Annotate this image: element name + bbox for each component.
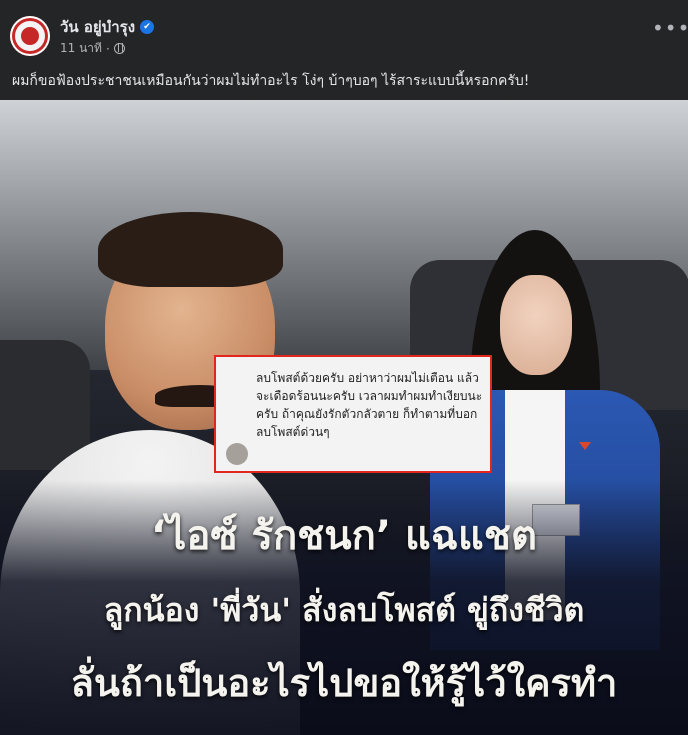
- post-timestamp[interactable]: 11 นาที: [60, 39, 102, 58]
- author-name-row: วัน อยู่บำรุง ✔: [60, 15, 155, 39]
- headline-line-1: ‘ไอซ์ รักชนก’ แฉแชต: [151, 513, 537, 559]
- post-meta: 11 นาที ·: [60, 39, 125, 58]
- headline-line-2: ลูกน้อง 'พี่วัน' สั่งลบโพสต์ ขู่ถึงชีวิต: [103, 591, 585, 629]
- verified-badge-icon: ✔: [140, 20, 155, 34]
- post-header: วัน อยู่บำรุง ✔ 11 นาที · •••: [0, 0, 688, 66]
- man-figure-hair: [98, 212, 283, 287]
- chat-avatar: [226, 443, 248, 465]
- chat-message-text: ลบโพสต์ด้วยครับ อย่าหาว่าผมไม่เตือน แล้ว…: [256, 371, 483, 439]
- lapel-pin-icon: [579, 442, 591, 450]
- headline-line-3: ลั่นถ้าเป็นอะไรไปขอให้รู้ไว้ใครทำ: [70, 661, 618, 705]
- post-image[interactable]: ลบโพสต์ด้วยครับ อย่าหาว่าผมไม่เตือน แล้ว…: [0, 100, 688, 735]
- globe-icon[interactable]: [113, 43, 125, 54]
- post-caption: ผมก็ขอฟ้องประชาชนเหมือนกันว่าผมไม่ทำอะไร…: [12, 73, 530, 89]
- chat-screenshot-box: ลบโพสต์ด้วยครับ อย่าหาว่าผมไม่เตือน แล้ว…: [214, 355, 492, 473]
- more-options-button[interactable]: •••: [652, 18, 688, 42]
- author-avatar[interactable]: [10, 16, 50, 56]
- author-name[interactable]: วัน อยู่บำรุง: [60, 15, 135, 39]
- woman-figure-face: [500, 275, 572, 375]
- meta-separator: ·: [105, 41, 110, 56]
